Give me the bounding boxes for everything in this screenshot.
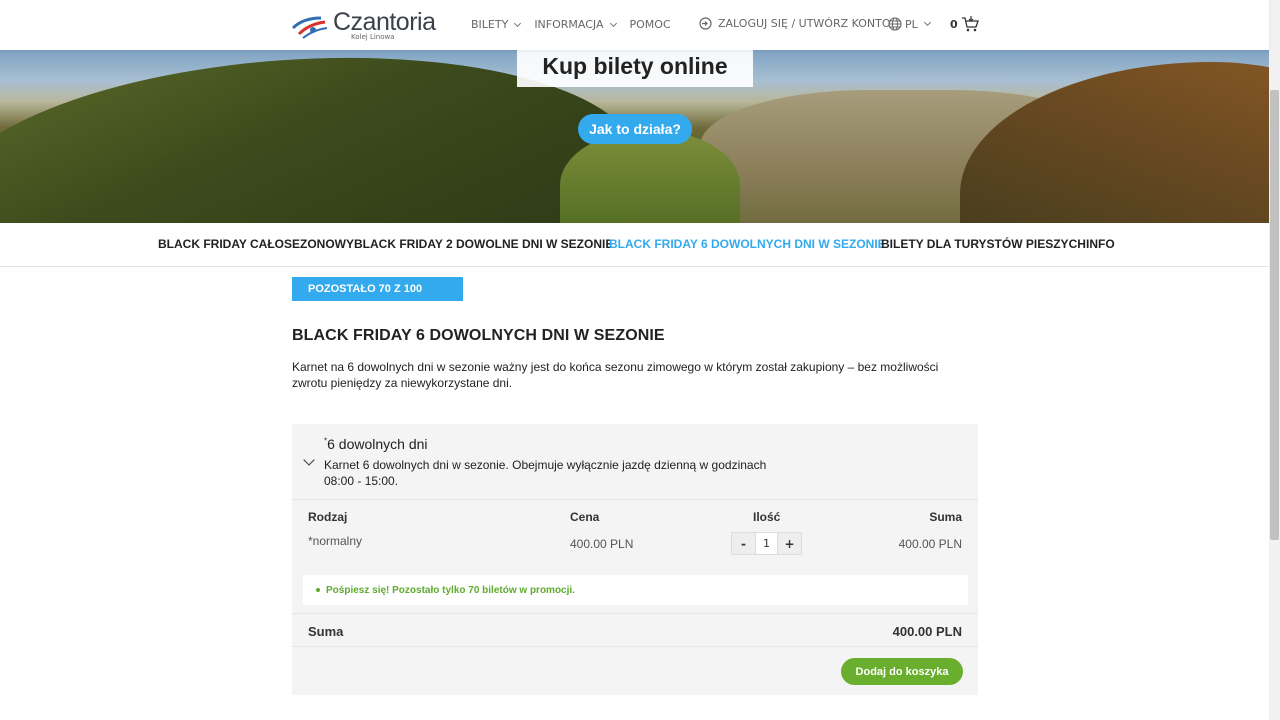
language-selector[interactable]: PL <box>888 17 931 31</box>
chevron-down-icon <box>923 18 931 27</box>
add-to-cart-button[interactable]: Dodaj do koszyka <box>841 658 963 685</box>
promo-notice: Pośpiesz się! Pozostało tylko 70 biletów… <box>303 575 968 605</box>
hero-mountain-right <box>960 62 1269 223</box>
column-header-price: Cena <box>570 510 600 524</box>
logo-mark-icon <box>291 12 329 40</box>
tab-info[interactable]: INFO <box>1086 237 1115 251</box>
top-header: Czantoria Kolej Linowa BILETY INFORMACJA… <box>0 0 1269 50</box>
nav-item-label: POMOC <box>629 18 671 31</box>
cart-button[interactable]: 0 <box>950 15 979 33</box>
tab-hiker-tickets[interactable]: BILETY DLA TURYSTÓW PIESZYCH <box>881 237 1086 251</box>
quantity-input[interactable]: 1 <box>755 533 778 554</box>
logo-name: Czantoria <box>333 8 436 36</box>
tab-black-friday-6-days[interactable]: BLACK FRIDAY 6 DOWOLNYCH DNI W SEZONIE <box>609 237 886 251</box>
promo-notice-text: Pośpiesz się! Pozostało tylko 70 biletów… <box>326 584 575 596</box>
total-label: Suma <box>308 624 344 639</box>
hero-banner: Kup bilety online Jak to działa? <box>0 50 1269 223</box>
nav-item-pomoc[interactable]: POMOC <box>630 18 671 31</box>
login-icon <box>699 17 712 30</box>
column-header-type: Rodzaj <box>308 510 348 524</box>
ticket-category-tabs: BLACK FRIDAY CAŁOSEZONOWY BLACK FRIDAY 2… <box>0 223 1269 267</box>
ticket-description: Karnet 6 dowolnych dni w sezonie. Obejmu… <box>324 458 767 488</box>
ticket-header[interactable]: *6 dowolnych dni Karnet 6 dowolnych dni … <box>292 424 978 500</box>
ticket-card: *6 dowolnych dni Karnet 6 dowolnych dni … <box>292 424 978 695</box>
hero-title: Kup bilety online <box>517 50 753 87</box>
ticket-name-text: 6 dowolnych dni <box>327 436 428 452</box>
tab-black-friday-season[interactable]: BLACK FRIDAY CAŁOSEZONOWY <box>158 237 354 251</box>
row-sum: 400.00 PLN <box>898 537 962 551</box>
chevron-down-icon <box>609 19 617 27</box>
scrollbar-thumb[interactable] <box>1270 90 1279 540</box>
globe-icon <box>888 17 902 31</box>
login-label: ZALOGUJ SIĘ / UTWÓRZ KONTO <box>718 17 891 30</box>
total-value: 400.00 PLN <box>892 624 962 639</box>
bullet-icon <box>316 588 320 592</box>
language-label: PL <box>905 17 918 31</box>
cart-count: 0 <box>950 17 958 31</box>
column-header-sum: Suma <box>929 510 962 524</box>
cart-icon <box>961 15 979 33</box>
row-price: 400.00 PLN <box>570 537 634 551</box>
section-description: Karnet na 6 dowolnych dni w sezonie ważn… <box>292 360 939 390</box>
column-header-quantity: Ilość <box>753 510 781 524</box>
nav-item-label: BILETY <box>471 18 509 31</box>
page-scrollbar[interactable] <box>1269 0 1280 720</box>
quantity-stepper: - 1 + <box>731 532 802 555</box>
chevron-down-icon <box>303 454 315 466</box>
logo[interactable]: Czantoria Kolej Linowa <box>291 10 436 41</box>
quantity-decrease-button[interactable]: - <box>732 533 755 554</box>
nav-item-informacja[interactable]: INFORMACJA <box>534 18 617 31</box>
login-link[interactable]: ZALOGUJ SIĘ / UTWÓRZ KONTO <box>699 17 891 30</box>
tab-black-friday-2-days[interactable]: BLACK FRIDAY 2 DOWOLNE DNI W SEZONIE <box>354 237 613 251</box>
total-row: Suma 400.00 PLN <box>292 613 978 647</box>
section-title: BLACK FRIDAY 6 DOWOLNYCH DNI W SEZONIE <box>292 327 665 344</box>
row-type: *normalny <box>308 534 363 548</box>
remaining-badge: POZOSTAŁO 70 Z 100 <box>292 277 463 301</box>
how-it-works-button[interactable]: Jak to działa? <box>578 114 692 144</box>
main-nav: BILETY INFORMACJA POMOC <box>471 18 685 31</box>
nav-item-bilety[interactable]: BILETY <box>471 18 522 31</box>
quantity-increase-button[interactable]: + <box>778 533 801 554</box>
nav-item-label: INFORMACJA <box>534 18 604 31</box>
ticket-name: *6 dowolnych dni <box>324 436 428 452</box>
chevron-down-icon <box>514 19 522 27</box>
